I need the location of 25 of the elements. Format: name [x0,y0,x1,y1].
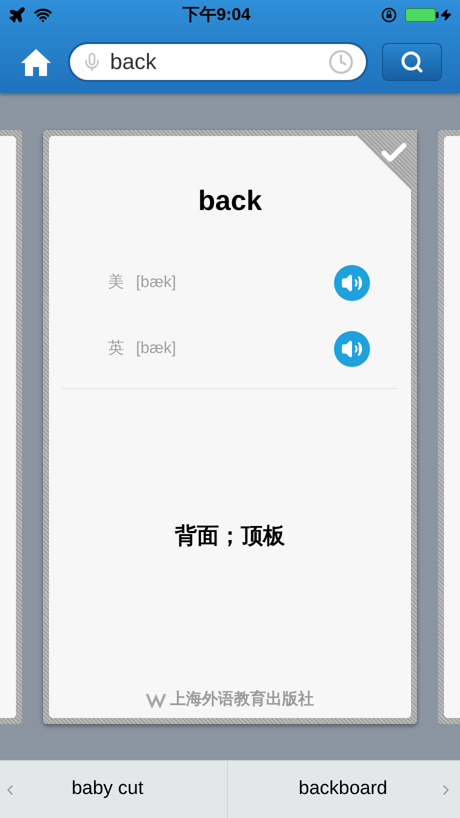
search-field[interactable]: back [68,42,368,82]
search-icon [400,50,424,74]
speaker-icon [341,338,363,360]
next-word-button[interactable]: backboard [228,761,460,818]
region-label: 英 [108,338,124,359]
rotation-lock-icon [381,7,397,23]
headword: back [198,184,262,218]
search-button[interactable] [382,42,442,80]
publisher-logo-icon [146,692,166,708]
region-label: 美 [108,272,124,293]
publisher-name: 上海外语教育出版社 [170,688,314,710]
status-time: 下午9:04 [182,4,251,26]
phonetic-text: [bæk] [136,273,178,293]
speaker-icon [341,272,363,294]
speaker-button[interactable] [334,331,370,367]
previous-word-button[interactable]: baby cut [0,761,228,818]
home-icon [20,46,52,76]
definition-text: 背面；顶板 [175,522,285,550]
wifi-icon [34,6,52,24]
phonetic-text: [bæk] [136,339,178,359]
charging-icon [440,8,452,22]
airplane-icon [8,6,26,24]
speaker-button[interactable] [334,265,370,301]
history-icon[interactable] [328,48,354,74]
battery-icon [405,7,439,23]
